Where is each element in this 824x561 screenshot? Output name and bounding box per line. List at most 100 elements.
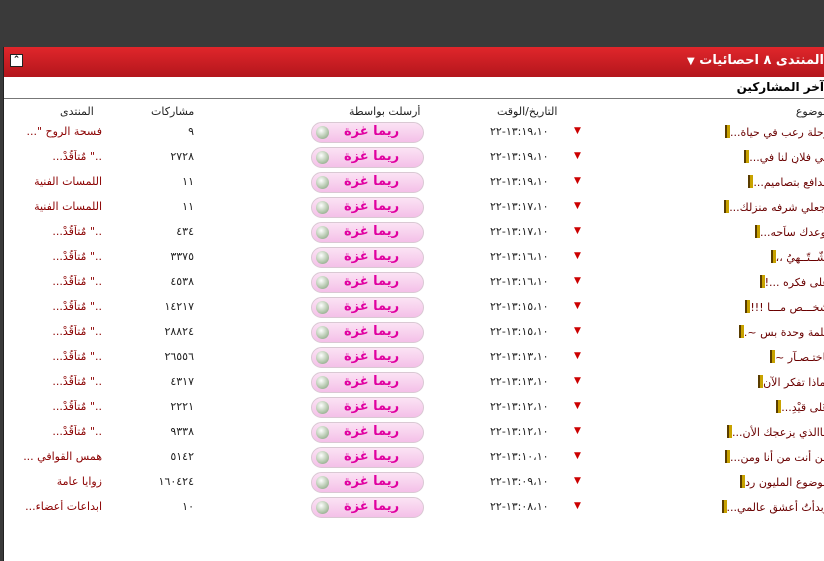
topic-link[interactable]: وبدأتُ أعشق عالمي... (629, 500, 824, 514)
user-status-icon (316, 501, 329, 514)
table-row: أوعدك ساَحه... ▼ ١٣:١٧،١٠-٢٢ ريما غزة ٤٣٤ .."… (4, 220, 824, 245)
user-badge[interactable]: ريما غزة (311, 297, 424, 318)
forum-link[interactable]: .." مٌتاَقُدْ... (10, 375, 102, 388)
panel-title-text: المنتدى ٨ احصائيات (699, 53, 824, 68)
forum-link[interactable]: زوايا عامة (10, 475, 102, 488)
table-row: مدافع بتصاميم... ▼ ١٣:١٩،١٠-٢٢ ريما غزة ١١ ال… (4, 170, 824, 195)
post-count: ٤٥٣٨ (170, 275, 194, 288)
post-count: ١١ (182, 200, 194, 213)
topic-title: ماالذي يزعجك الأن... (732, 426, 824, 439)
user-badge[interactable]: ريما غزة (311, 122, 424, 143)
user-badge[interactable]: ريما غزة (311, 472, 424, 493)
table-row: أشّــتّــهِيُ ،، ▼ ١٣:١٦،١٠-٢٢ ريما غزة ٣٣٧٥… (4, 245, 824, 270)
post-count: ١٠ (182, 500, 194, 513)
topic-title: في فلانٍ لنا في... (749, 151, 824, 164)
topic-link[interactable]: ماالذي يزعجك الأن... (629, 425, 824, 439)
forum-link[interactable]: .." مٌتاَقُدْ... (10, 350, 102, 363)
topic-title: رحلة رعب في حياة... (730, 126, 824, 139)
forum-link[interactable]: .." مٌتاَقُدْ... (10, 300, 102, 313)
user-badge[interactable]: ريما غزة (311, 147, 424, 168)
table-row: موضوع المليون رد ▼ ١٣:٠٩،١٠-٢٢ ريما غزة ١٦٠٤… (4, 470, 824, 495)
user-badge[interactable]: ريما غزة (311, 397, 424, 418)
topic-link[interactable]: بماذا تفكر الآن (629, 375, 824, 389)
user-badge[interactable]: ريما غزة (311, 197, 424, 218)
go-to-post-arrow-icon[interactable]: ▼ (574, 301, 581, 311)
post-count: ٢٢٢١ (170, 400, 194, 413)
go-to-post-arrow-icon[interactable]: ▼ (574, 276, 581, 286)
topic-link[interactable]: مدافع بتصاميم... (629, 175, 824, 189)
username: ريما غزة (344, 174, 400, 189)
user-badge[interactable]: ريما غزة (311, 372, 424, 393)
forum-link[interactable]: اللمسات الفنية (10, 175, 102, 188)
section-header: آخر المشاركين (4, 77, 824, 99)
panel-title[interactable]: المنتدى ٨ احصائيات ▼ (683, 53, 824, 68)
topic-link[interactable]: من أنت من أنا ومن... (629, 450, 824, 464)
topic-link[interactable]: موضوع المليون رد (629, 475, 824, 489)
table-row: اجعلي شرفه منزلك... ▼ ١٣:١٧،١٠-٢٢ ريما غزة ١… (4, 195, 824, 220)
post-datetime: ١٣:١٠،١٠-٢٢ (490, 450, 549, 463)
go-to-post-arrow-icon[interactable]: ▼ (574, 326, 581, 336)
topic-title: أوعدك ساَحه... (759, 226, 824, 239)
go-to-post-arrow-icon[interactable]: ▼ (574, 151, 581, 161)
go-to-post-arrow-icon[interactable]: ▼ (574, 201, 581, 211)
user-badge[interactable]: ريما غزة (311, 272, 424, 293)
topic-link[interactable]: اجعلي شرفه منزلك... (629, 200, 824, 214)
forum-link[interactable]: .." مٌتاَقُدْ... (10, 425, 102, 438)
topic-link[interactable]: شخـــص مـــا !!! (629, 300, 824, 314)
topic-title: من أنت من أنا ومن... (730, 451, 824, 464)
user-status-icon (316, 426, 329, 439)
dropdown-arrow-icon[interactable]: ▼ (687, 56, 695, 67)
user-badge[interactable]: ريما غزة (311, 247, 424, 268)
go-to-post-arrow-icon[interactable]: ▼ (574, 376, 581, 386)
user-badge[interactable]: ريما غزة (311, 447, 424, 468)
go-to-post-arrow-icon[interactable]: ▼ (574, 401, 581, 411)
collapse-arrows-icon[interactable]: ⌃ (10, 54, 23, 67)
topic-title: عٓلى قيْدِ... (781, 401, 824, 414)
user-status-icon (316, 251, 329, 264)
topic-link[interactable]: عٓلى قيْدِ... (629, 400, 824, 414)
forum-link[interactable]: .." مٌتاَقُدْ... (10, 275, 102, 288)
topic-title: مدافع بتصاميم... (753, 176, 824, 189)
go-to-post-arrow-icon[interactable]: ▼ (574, 251, 581, 261)
table-row: وبدأتُ أعشق عالمي... ▼ ١٣:٠٨،١٠-٢٢ ريما غزة… (4, 495, 824, 520)
post-datetime: ١٣:٠٨،١٠-٢٢ (490, 500, 549, 513)
user-badge[interactable]: ريما غزة (311, 172, 424, 193)
forum-link[interactable]: ابداعات أعضاء... (10, 500, 102, 513)
go-to-post-arrow-icon[interactable]: ▼ (574, 351, 581, 361)
topic-link[interactable]: كلمة وحدة بس ~. (629, 325, 824, 339)
user-badge[interactable]: ريما غزة (311, 322, 424, 343)
user-badge[interactable]: ريما غزة (311, 422, 424, 443)
user-badge[interactable]: ريما غزة (311, 497, 424, 518)
post-datetime: ١٣:١٧،١٠-٢٢ (490, 200, 549, 213)
table-row: عٓلى قيْدِ... ▼ ١٣:١٢،١٠-٢٢ ريما غزة ٢٢٢١ .."… (4, 395, 824, 420)
go-to-post-arrow-icon[interactable]: ▼ (574, 226, 581, 236)
topic-title: اجعلي شرفه منزلك... (729, 201, 824, 214)
go-to-post-arrow-icon[interactable]: ▼ (574, 126, 581, 136)
go-to-post-arrow-icon[interactable]: ▼ (574, 476, 581, 486)
table-header: موضوع التاريخ/الوقت أرسلت بواسطة مشاركات… (4, 105, 824, 121)
post-count: ٣٣٧٥ (170, 250, 194, 263)
topic-link[interactable]: باختـصـآر ~ (629, 350, 824, 364)
forum-link[interactable]: همس القوافي ... (10, 450, 102, 463)
go-to-post-arrow-icon[interactable]: ▼ (574, 501, 581, 511)
forum-link[interactable]: اللمسات الفنية (10, 200, 102, 213)
go-to-post-arrow-icon[interactable]: ▼ (574, 426, 581, 436)
user-badge[interactable]: ريما غزة (311, 347, 424, 368)
topic-link[interactable]: على فكره ...! (629, 275, 824, 289)
forum-link[interactable]: .." مٌتاَقُدْ... (10, 225, 102, 238)
forum-link[interactable]: .." مٌتاَقُدْ... (10, 250, 102, 263)
forum-link[interactable]: .." مٌتاَقُدْ... (10, 400, 102, 413)
user-badge[interactable]: ريما غزة (311, 222, 424, 243)
topic-link[interactable]: أوعدك ساَحه... (629, 225, 824, 239)
forum-link[interactable]: فسحة الروح "... (10, 125, 102, 138)
post-count: ٤٣١٧ (170, 375, 194, 388)
forum-link[interactable]: .." مٌتاَقُدْ... (10, 150, 102, 163)
go-to-post-arrow-icon[interactable]: ▼ (574, 451, 581, 461)
post-datetime: ١٣:١٥،١٠-٢٢ (490, 300, 549, 313)
topic-link[interactable]: رحلة رعب في حياة... (629, 125, 824, 139)
table-row: من أنت من أنا ومن... ▼ ١٣:١٠،١٠-٢٢ ريما غزة… (4, 445, 824, 470)
go-to-post-arrow-icon[interactable]: ▼ (574, 176, 581, 186)
topic-link[interactable]: أشّــتّــهِيُ ،، (629, 250, 824, 264)
forum-link[interactable]: .." مٌتاَقُدْ... (10, 325, 102, 338)
topic-link[interactable]: في فلانٍ لنا في... (629, 150, 824, 164)
